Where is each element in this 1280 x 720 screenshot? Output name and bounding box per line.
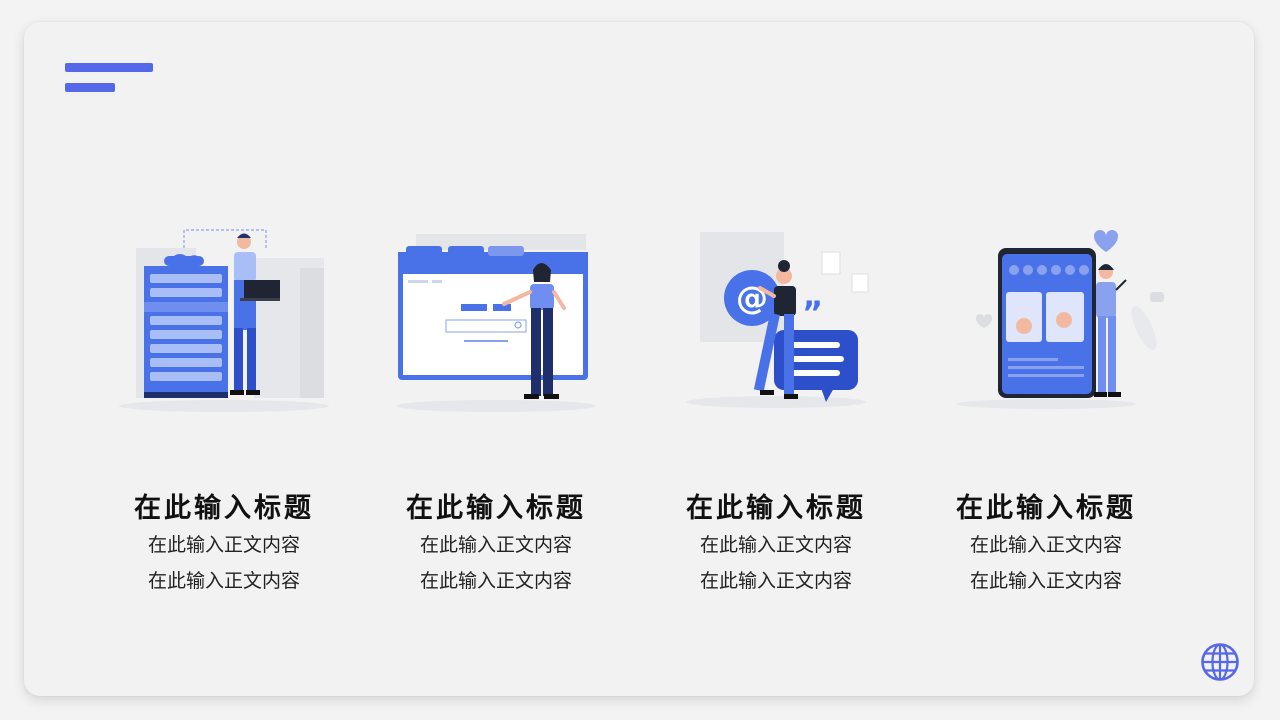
feature-body-line-2: 在此输入正文内容 — [419, 570, 572, 592]
feature-column-1: 在此输入标题 在此输入正文内容 在此输入正文内容 — [94, 208, 354, 598]
slide-card: 在此输入标题 在此输入正文内容 在此输入正文内容 在此输入标题 在此输入正文内容… — [24, 22, 1254, 696]
globe-icon — [1201, 643, 1239, 681]
feature-body-line-2: 在此输入正文内容 — [147, 570, 300, 592]
decorative-bar-short — [65, 83, 115, 92]
feature-column-2: 在此输入标题 在此输入正文内容 在此输入正文内容 — [366, 208, 626, 598]
mobile-social-illustration — [956, 230, 1164, 409]
feature-column-3: @ ” 在此输入标题 在此输入正文内容 在此输入正文内容 — [646, 208, 906, 598]
feature-column-4: 在此输入标题 在此输入正文内容 在此输入正文内容 — [916, 208, 1176, 598]
browser-search-illustration — [396, 234, 596, 412]
feature-body-line-1: 在此输入正文内容 — [147, 534, 300, 556]
feature-title: 在此输入标题 — [956, 493, 1136, 524]
feature-title: 在此输入标题 — [686, 493, 866, 524]
feature-body-line-1: 在此输入正文内容 — [699, 534, 852, 556]
feature-title: 在此输入标题 — [134, 493, 314, 524]
email-chat-illustration: @ ” — [686, 232, 869, 408]
svg-text:@: @ — [736, 279, 768, 317]
feature-body-line-1: 在此输入正文内容 — [969, 534, 1122, 556]
feature-body-line-2: 在此输入正文内容 — [699, 570, 852, 592]
feature-body-line-1: 在此输入正文内容 — [419, 534, 572, 556]
svg-text:”: ” — [802, 294, 823, 332]
server-engineer-illustration — [119, 229, 329, 412]
feature-title: 在此输入标题 — [406, 493, 586, 524]
feature-body-line-2: 在此输入正文内容 — [969, 570, 1122, 592]
decorative-bar-long — [65, 63, 153, 72]
